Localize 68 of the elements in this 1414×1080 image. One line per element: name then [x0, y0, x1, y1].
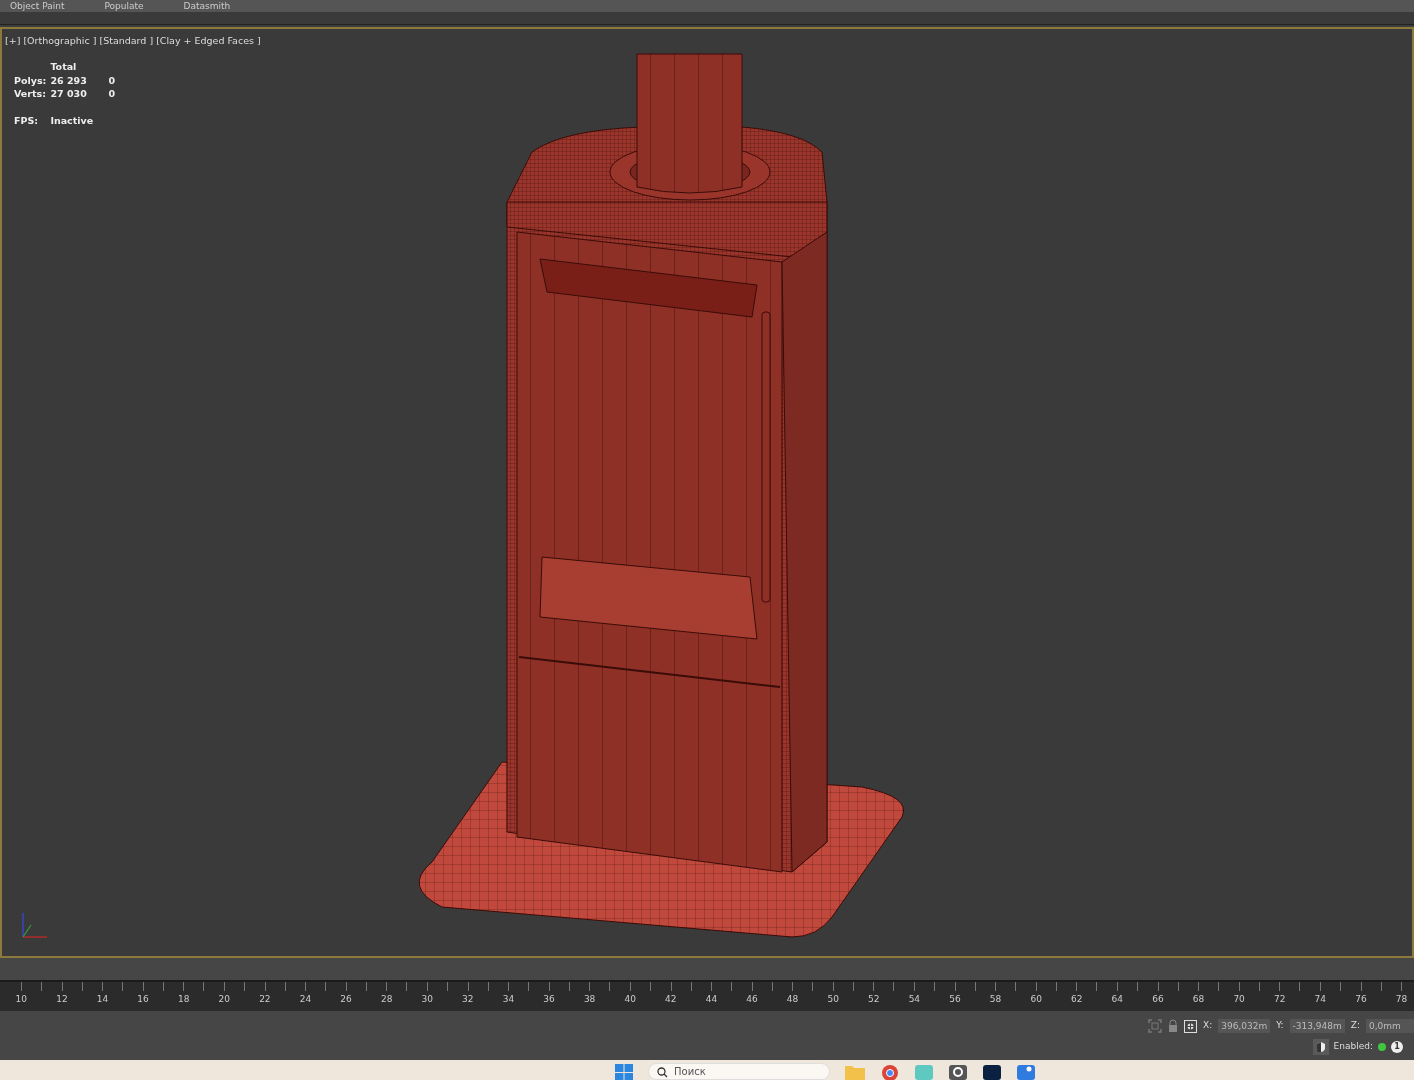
axis-label: Z: [1350, 1019, 1360, 1033]
frame-number: 30 [420, 993, 434, 1006]
search-placeholder: Поиск [674, 1065, 706, 1079]
stat-value: 27 030 [50, 88, 87, 99]
frame-number: 68 [1191, 993, 1206, 1006]
fps-value: Inactive [50, 115, 94, 126]
frame-number: 70 [1232, 993, 1246, 1006]
frame-number: 16 [136, 993, 150, 1006]
stat-value: 0 [108, 74, 116, 86]
coordinate-field[interactable]: -313,948m [1289, 1019, 1345, 1033]
frame-number: 20 [217, 993, 231, 1006]
frame-number: 74 [1313, 993, 1327, 1006]
frame-number: 76 [1354, 993, 1368, 1006]
frame-number: 36 [542, 993, 556, 1006]
frame-number: 56 [948, 993, 962, 1006]
frame-number: 50 [826, 993, 840, 1006]
viewport[interactable]: [+] [Orthographic ] [Standard ] [Clay + Edged Faces ] Total Polys: 26 293 0 Verts: 27 030 0 FPS: Inactive [0, 27, 1414, 958]
frame-number: 26 [339, 993, 353, 1006]
frame-number: 40 [623, 993, 637, 1006]
shield-icon[interactable] [1312, 1039, 1329, 1055]
count-badge: 1 [1391, 1041, 1403, 1053]
frame-number: 22 [258, 993, 272, 1006]
menu-item[interactable]: Object Paint [10, 0, 65, 12]
menu-item[interactable]: Datasmith [183, 0, 231, 12]
enabled-label: Enabled: [1333, 1040, 1373, 1054]
stat-value: 26 293 [50, 74, 87, 86]
menu-item[interactable]: Populate [104, 0, 144, 12]
frame-number: 64 [1110, 993, 1125, 1006]
frame-number: 14 [95, 993, 110, 1006]
zoom-extents-icon[interactable] [1148, 1019, 1163, 1033]
axis-label: Y: [1276, 1019, 1284, 1033]
frame-number: 42 [664, 993, 678, 1006]
stat-value: 0 [108, 88, 116, 99]
frame-number: 44 [704, 993, 719, 1006]
frame-number: 52 [867, 993, 881, 1006]
frame-number: 28 [379, 993, 394, 1006]
search-icon [657, 1067, 668, 1078]
frame-number: 12 [55, 993, 69, 1006]
frame-number: 32 [461, 993, 475, 1006]
frame-number: 48 [785, 993, 800, 1006]
frame-number: 46 [745, 993, 759, 1006]
app-icon[interactable] [948, 1063, 968, 1080]
browser-icon[interactable] [880, 1063, 900, 1080]
search-field[interactable]: Поиск [648, 1063, 830, 1080]
crosshair-icon[interactable] [1184, 1019, 1198, 1033]
coordinate-field[interactable]: 396,032m [1218, 1019, 1271, 1033]
frame-number: 10 [14, 993, 28, 1006]
frame-number: 78 [1394, 993, 1409, 1006]
coordinate-field[interactable]: 0,0mm [1366, 1019, 1414, 1033]
frame-number: 72 [1272, 993, 1287, 1006]
app-icon[interactable] [982, 1063, 1002, 1080]
frame-number: 34 [501, 993, 516, 1006]
viewport-label[interactable]: [+] [Orthographic ] [Standard ] [Clay + Edged Faces ] [5, 34, 261, 49]
frame-number: 54 [907, 993, 922, 1006]
windows-logo-icon[interactable] [614, 1063, 634, 1080]
frame-number: 18 [176, 993, 191, 1006]
lock-icon[interactable] [1168, 1019, 1179, 1033]
stats-header: Total [49, 60, 78, 74]
fps-label: FPS: [14, 115, 39, 126]
frame-number: 58 [988, 993, 1003, 1006]
frame-number: 62 [1070, 993, 1084, 1006]
frame-number: 60 [1029, 993, 1043, 1006]
frame-number: 24 [298, 993, 313, 1006]
stat-label: Verts: [14, 88, 46, 99]
axis-label: X: [1203, 1019, 1213, 1033]
frame-number: 38 [582, 993, 597, 1006]
stat-label: Polys: [14, 74, 47, 86]
frame-number: 66 [1151, 993, 1165, 1006]
